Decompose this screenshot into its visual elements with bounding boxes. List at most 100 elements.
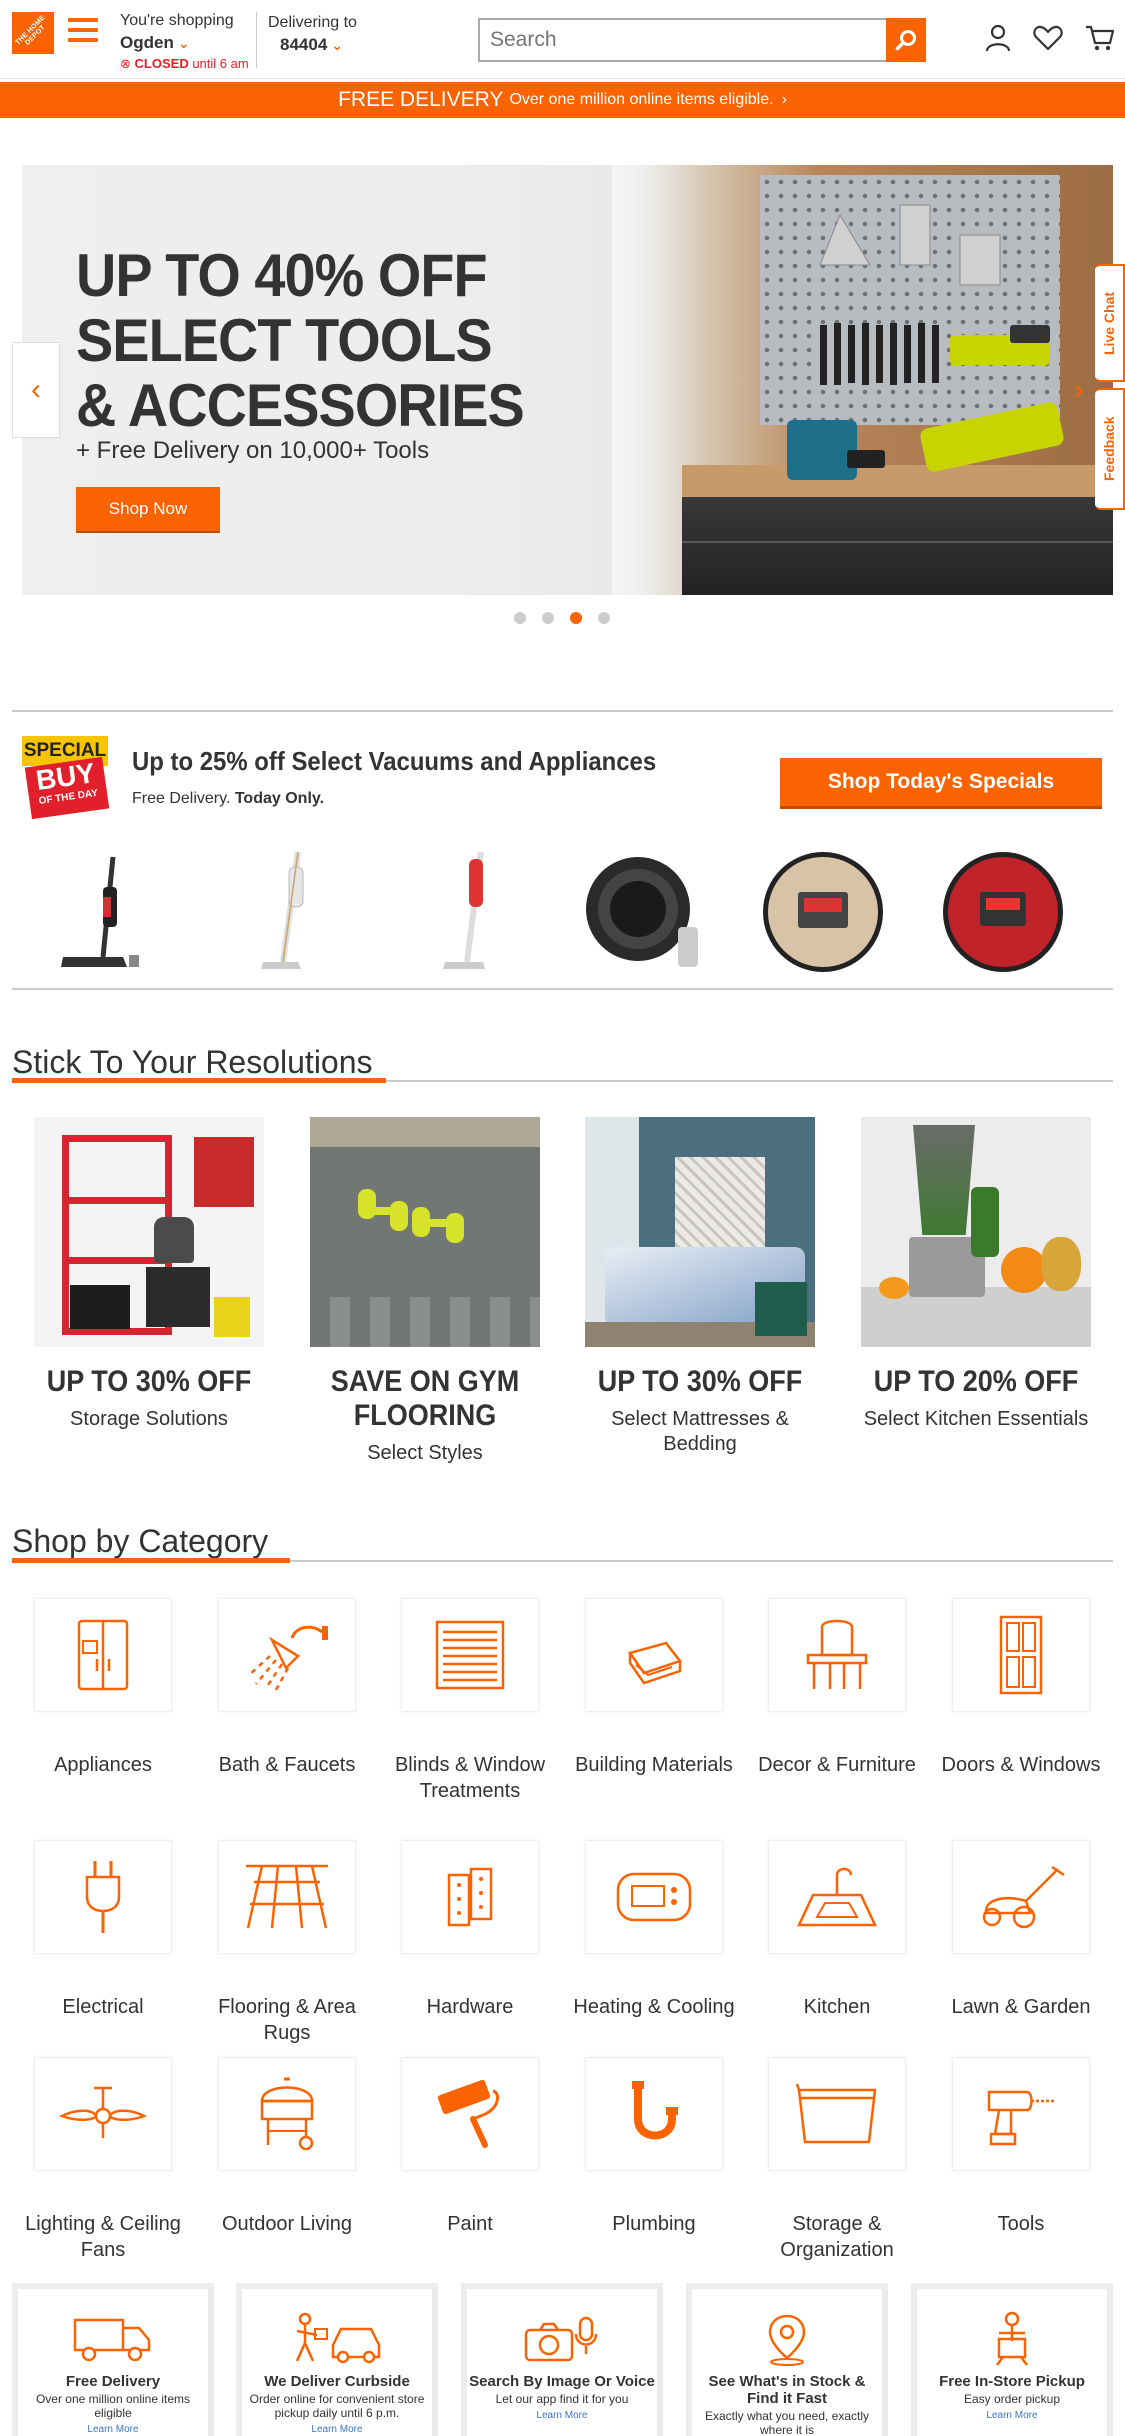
category-label: Blinds & Window Treatments bbox=[394, 1754, 546, 1802]
lumber-icon bbox=[627, 1641, 683, 1685]
category-heating-cooling[interactable]: Heating & Cooling bbox=[564, 1840, 744, 2020]
category-hardware[interactable]: Hardware bbox=[380, 1840, 560, 2020]
truck-icon bbox=[73, 2318, 151, 2362]
feedback-tab[interactable]: Feedback bbox=[1095, 388, 1125, 510]
free-delivery-headline: FREE DELIVERY bbox=[338, 88, 504, 111]
category-bath-faucets[interactable]: Bath & Faucets bbox=[197, 1598, 377, 1778]
category-lawn-garden[interactable]: Lawn & Garden bbox=[931, 1840, 1111, 2020]
resolution-card-mattresses[interactable]: UP TO 30% OFF Select Mattresses & Beddin… bbox=[585, 1117, 815, 1457]
learn-more-link[interactable]: Learn More bbox=[917, 2410, 1107, 2421]
category-label: Bath & Faucets bbox=[218, 1754, 356, 1776]
category-lighting[interactable]: Lighting & Ceiling Fans bbox=[13, 2057, 193, 2263]
red-stick-vacuum-image[interactable] bbox=[390, 842, 540, 982]
shop-todays-specials-button[interactable]: Shop Today's Specials bbox=[780, 758, 1102, 806]
service-desc: Exactly what you need, exactly where it … bbox=[704, 2409, 870, 2436]
shop-now-button[interactable]: Shop Now bbox=[76, 487, 220, 531]
resolution-headline: UP TO 30% OFF bbox=[597, 1365, 803, 1398]
carousel-dot[interactable] bbox=[542, 612, 554, 624]
drill-icon bbox=[987, 2090, 1055, 2146]
logo-text: THE HOME DEPOT bbox=[14, 14, 47, 47]
heart-icon[interactable] bbox=[1030, 20, 1066, 56]
free-delivery-banner[interactable]: FREE DELIVERY Over one million online it… bbox=[0, 82, 1125, 118]
carousel-dot[interactable] bbox=[598, 612, 610, 624]
carousel-dot-active[interactable] bbox=[570, 612, 582, 624]
service-card-image-voice-search[interactable]: Search By Image Or Voice Let our app fin… bbox=[461, 2283, 663, 2436]
feedback-label: Feedback bbox=[1101, 416, 1117, 482]
hero-banner[interactable]: UP TO 40% OFF SELECT TOOLS & ACCESSORIES… bbox=[22, 165, 1113, 595]
resolution-card-storage[interactable]: UP TO 30% OFF Storage Solutions bbox=[34, 1117, 264, 1432]
learn-more-link[interactable]: Learn More bbox=[242, 2424, 432, 2435]
category-label: Appliances bbox=[54, 1754, 152, 1776]
category-label: Storage & Organization bbox=[780, 2213, 894, 2261]
service-title: Free Delivery bbox=[65, 2373, 161, 2390]
robot-vacuum-red-image[interactable] bbox=[928, 842, 1078, 982]
category-label: Kitchen bbox=[803, 1996, 871, 2018]
white-stick-vacuum-image[interactable] bbox=[208, 842, 358, 982]
category-doors-windows[interactable]: Doors & Windows bbox=[931, 1598, 1111, 1778]
robot-vacuum-gold-image[interactable] bbox=[748, 842, 898, 982]
category-label: Outdoor Living bbox=[221, 2213, 353, 2235]
service-title: See What's in Stock & Find it Fast bbox=[708, 2373, 866, 2407]
live-chat-tab[interactable]: Live Chat bbox=[1095, 264, 1125, 382]
shopping-label: You're shopping bbox=[120, 12, 234, 29]
category-blinds[interactable]: Blinds & Window Treatments bbox=[380, 1598, 560, 1804]
category-appliances[interactable]: Appliances bbox=[13, 1598, 193, 1778]
stick-vacuum-image[interactable] bbox=[28, 842, 178, 982]
account-icon[interactable] bbox=[980, 20, 1016, 56]
resolution-card-kitchen[interactable]: UP TO 20% OFF Select Kitchen Essentials bbox=[861, 1117, 1091, 1432]
robot-vacuum-black-image[interactable] bbox=[570, 842, 720, 982]
learn-more-link[interactable]: Learn More bbox=[18, 2424, 208, 2435]
search-input[interactable] bbox=[480, 20, 880, 60]
service-desc: Let our app find it for you bbox=[495, 2392, 629, 2406]
home-depot-logo[interactable]: THE HOME DEPOT bbox=[12, 12, 54, 54]
category-label: Plumbing bbox=[612, 2213, 696, 2235]
category-paint[interactable]: Paint bbox=[380, 2057, 560, 2237]
service-card-curbside[interactable]: We Deliver Curbside Order online for con… bbox=[236, 2283, 438, 2436]
category-label: Hardware bbox=[426, 1996, 514, 2018]
workbench bbox=[682, 465, 1113, 497]
hamburger-menu-icon[interactable] bbox=[68, 18, 98, 44]
special-buy-badge: SPECIAL BUY OF THE DAY bbox=[22, 736, 110, 820]
search-button[interactable] bbox=[886, 18, 926, 62]
zip-code: 84404 bbox=[280, 35, 328, 54]
category-building-materials[interactable]: Building Materials bbox=[564, 1598, 744, 1778]
search-bar bbox=[478, 18, 926, 62]
delivery-zip-selector[interactable]: Delivering to 84404 ⌄ bbox=[268, 14, 357, 55]
category-tools[interactable]: Tools bbox=[931, 2057, 1111, 2237]
carousel-prev-button[interactable]: ‹ bbox=[12, 342, 60, 438]
category-decor-furniture[interactable]: Decor & Furniture bbox=[747, 1598, 927, 1778]
category-label: Building Materials bbox=[575, 1754, 733, 1776]
category-flooring[interactable]: Flooring & Area Rugs bbox=[197, 1840, 377, 2046]
fridge-icon bbox=[77, 1619, 129, 1691]
resolution-subtext: Select Mattresses & Bedding bbox=[611, 1408, 789, 1455]
site-header: THE HOME DEPOT You're shopping Ogden ⌄ ⊗ … bbox=[0, 0, 1125, 79]
carousel-dot[interactable] bbox=[514, 612, 526, 624]
service-card-in-stock[interactable]: See What's in Stock & Find it Fast Exact… bbox=[686, 2283, 888, 2436]
category-kitchen[interactable]: Kitchen bbox=[747, 1840, 927, 2020]
pickup-person-icon bbox=[996, 2311, 1028, 2366]
learn-more-link[interactable]: Learn More bbox=[467, 2410, 657, 2421]
sink-icon bbox=[797, 1867, 877, 1927]
category-storage[interactable]: Storage & Organization bbox=[747, 2057, 927, 2263]
section-underline bbox=[12, 1078, 386, 1083]
service-card-free-delivery[interactable]: Free Delivery Over one million online it… bbox=[12, 2283, 214, 2436]
mower-icon bbox=[982, 1865, 1065, 1929]
carousel-next-button[interactable]: › bbox=[1064, 342, 1094, 438]
resolution-card-gym-flooring[interactable]: SAVE ON GYM FLOORING Select Styles bbox=[310, 1117, 540, 1466]
blender-image bbox=[861, 1117, 1091, 1347]
curbside-icon bbox=[295, 2312, 381, 2364]
thermostat-icon bbox=[616, 1872, 692, 1922]
resolution-headline: UP TO 30% OFF bbox=[46, 1365, 252, 1398]
category-electrical[interactable]: Electrical bbox=[13, 1840, 193, 2020]
plug-icon bbox=[85, 1861, 121, 1933]
blinds-icon bbox=[435, 1620, 505, 1690]
special-buy-title: Up to 25% off Select Vacuums and Applian… bbox=[132, 746, 657, 776]
category-outdoor-living[interactable]: Outdoor Living bbox=[197, 2057, 377, 2237]
paint-roller-icon bbox=[437, 2079, 500, 2148]
service-card-in-store-pickup[interactable]: Free In-Store Pickup Easy order pickup L… bbox=[911, 2283, 1113, 2436]
chevron-right-icon: › bbox=[781, 91, 787, 108]
cart-icon[interactable] bbox=[1082, 20, 1118, 56]
store-selector[interactable]: You're shopping Ogden ⌄ ⊗ CLOSED until 6 … bbox=[120, 12, 249, 72]
category-plumbing[interactable]: Plumbing bbox=[564, 2057, 744, 2237]
live-chat-label: Live Chat bbox=[1101, 291, 1117, 355]
